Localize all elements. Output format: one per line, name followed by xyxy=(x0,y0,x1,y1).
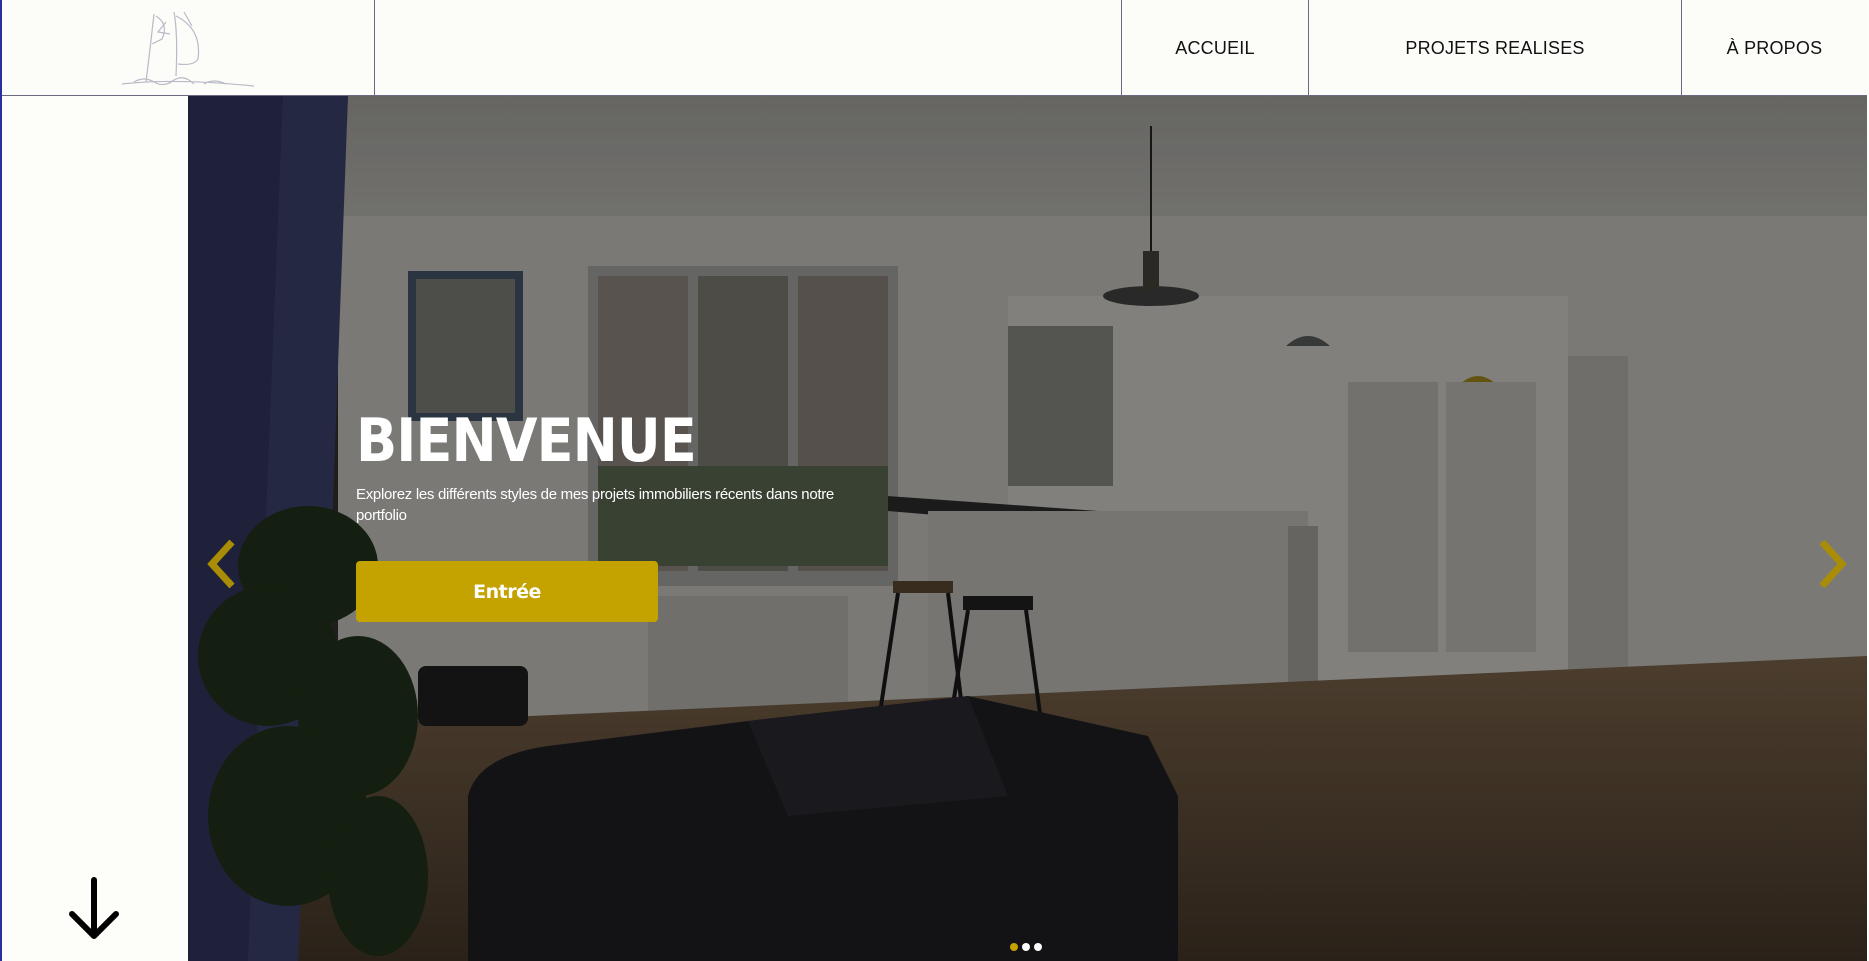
carousel-dot-2[interactable] xyxy=(1022,943,1030,951)
logo-cell[interactable] xyxy=(2,0,375,96)
left-column xyxy=(2,96,188,961)
hero-subtitle: Explorez les différents styles de mes pr… xyxy=(356,486,834,524)
arrow-down-icon[interactable] xyxy=(66,876,122,942)
hero-carousel[interactable]: BIENVENUE Explorez les différents styles… xyxy=(188,96,1867,961)
carousel-dot-3[interactable] xyxy=(1034,943,1042,951)
nav-a-propos[interactable]: À PROPOS xyxy=(1681,0,1867,96)
carousel-indicators xyxy=(1010,943,1042,951)
site-header: ACCUEIL PROJETS REALISES À PROPOS xyxy=(2,0,1867,96)
nav-projets-realises[interactable]: PROJETS REALISES xyxy=(1308,0,1681,96)
chevron-right-icon[interactable] xyxy=(1816,534,1852,594)
chevron-left-icon[interactable] xyxy=(202,534,238,594)
sailboat-sketch-logo[interactable] xyxy=(114,4,264,94)
carousel-dot-1[interactable] xyxy=(1010,943,1018,951)
hero-background-photo xyxy=(188,96,1867,961)
hero-title: BIENVENUE xyxy=(356,406,697,476)
nav-accueil[interactable]: ACCUEIL xyxy=(1121,0,1308,96)
enter-button[interactable]: Entrée xyxy=(356,561,658,622)
